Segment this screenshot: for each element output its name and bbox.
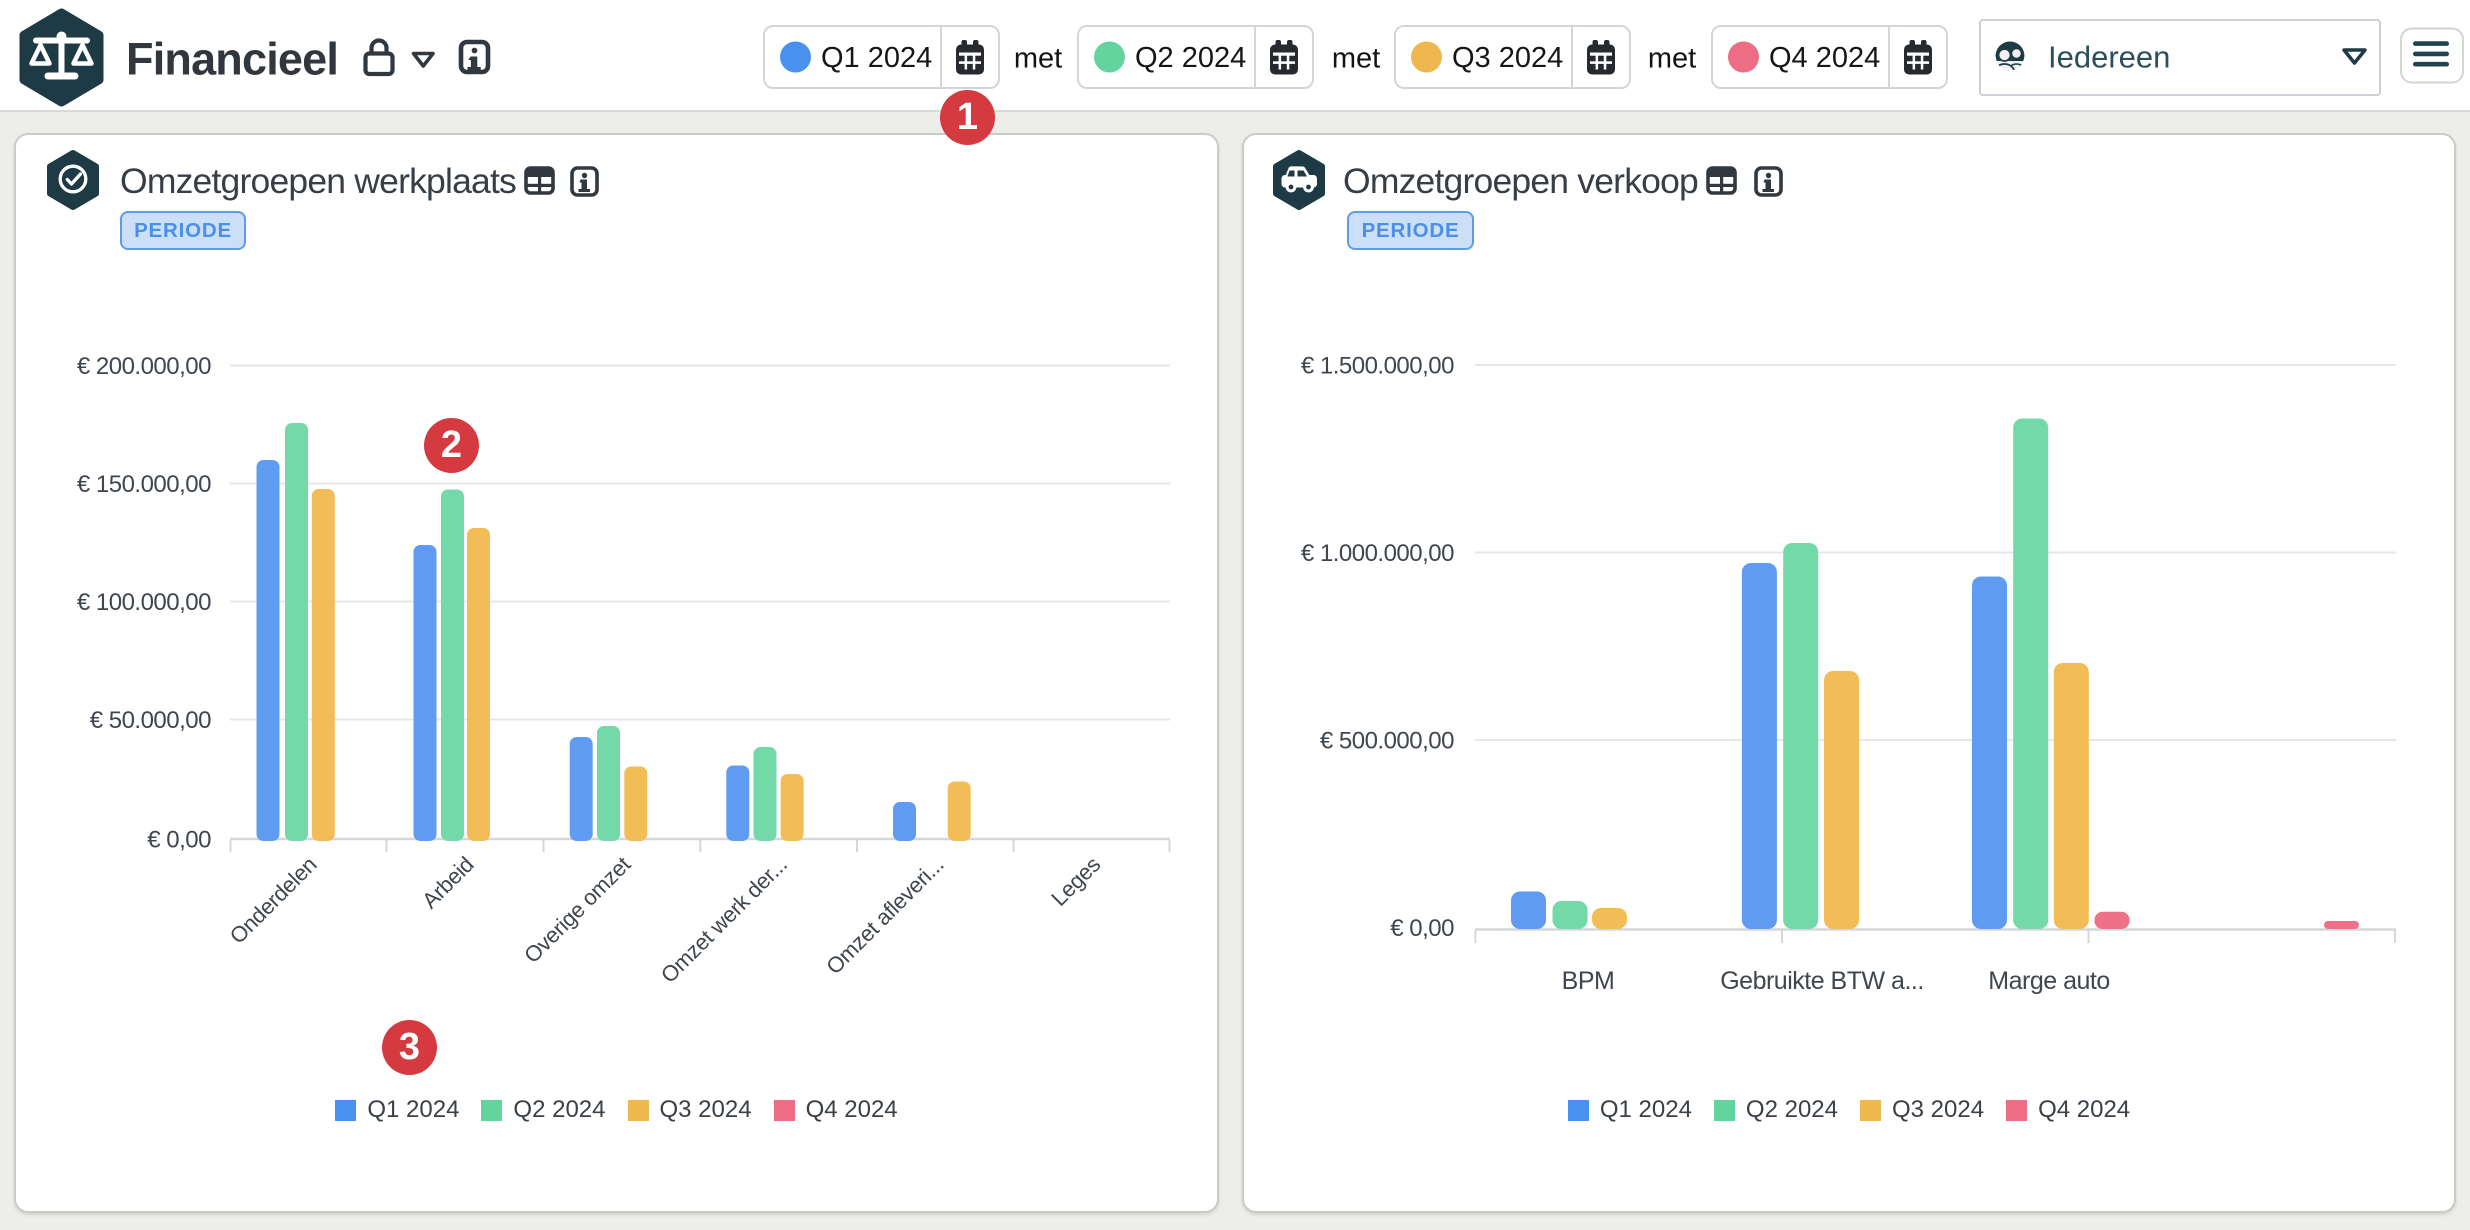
svg-text:€ 0,00: € 0,00 [1390, 915, 1454, 942]
svg-text:€ 500.000,00: € 500.000,00 [1320, 728, 1454, 755]
svg-text:Gebruikte BTW a...: Gebruikte BTW a... [1720, 967, 1924, 995]
svg-text:€ 150.000,00: € 150.000,00 [77, 471, 211, 498]
svg-text:Onderdelen: Onderdelen [225, 852, 322, 949]
svg-text:Omzetgroepen werkplaats: Omzetgroepen werkplaats [120, 161, 516, 201]
svg-text:Overige omzet: Overige omzet [519, 852, 635, 968]
svg-text:Marge auto: Marge auto [1988, 967, 2109, 995]
svg-text:Financieel: Financieel [126, 34, 338, 85]
svg-text:Q3 2024: Q3 2024 [1452, 42, 1563, 74]
svg-text:Omzet afleveri...: Omzet afleveri... [821, 852, 948, 979]
svg-text:Q4 2024: Q4 2024 [1769, 42, 1880, 74]
svg-text:Q2 2024: Q2 2024 [1135, 42, 1246, 74]
svg-text:Omzet werk der...: Omzet werk der... [656, 852, 792, 988]
svg-text:met: met [1332, 43, 1380, 75]
svg-text:Leges: Leges [1046, 852, 1105, 911]
svg-text:met: met [1648, 43, 1696, 75]
svg-text:BPM: BPM [1562, 967, 1615, 995]
svg-text:Q1 2024: Q1 2024 [821, 42, 932, 74]
svg-text:Arbeid: Arbeid [417, 852, 478, 913]
svg-text:Omzetgroepen verkoop: Omzetgroepen verkoop [1343, 161, 1698, 201]
svg-text:€ 100.000,00: € 100.000,00 [77, 589, 211, 616]
svg-text:€ 1.000.000,00: € 1.000.000,00 [1301, 540, 1454, 567]
svg-text:€ 200.000,00: € 200.000,00 [77, 353, 211, 380]
svg-text:€ 50.000,00: € 50.000,00 [90, 707, 211, 734]
svg-text:Iedereen: Iedereen [2048, 40, 2170, 75]
svg-text:€ 1.500.000,00: € 1.500.000,00 [1301, 353, 1454, 380]
svg-text:met: met [1014, 43, 1062, 75]
svg-text:€ 0,00: € 0,00 [147, 827, 211, 854]
